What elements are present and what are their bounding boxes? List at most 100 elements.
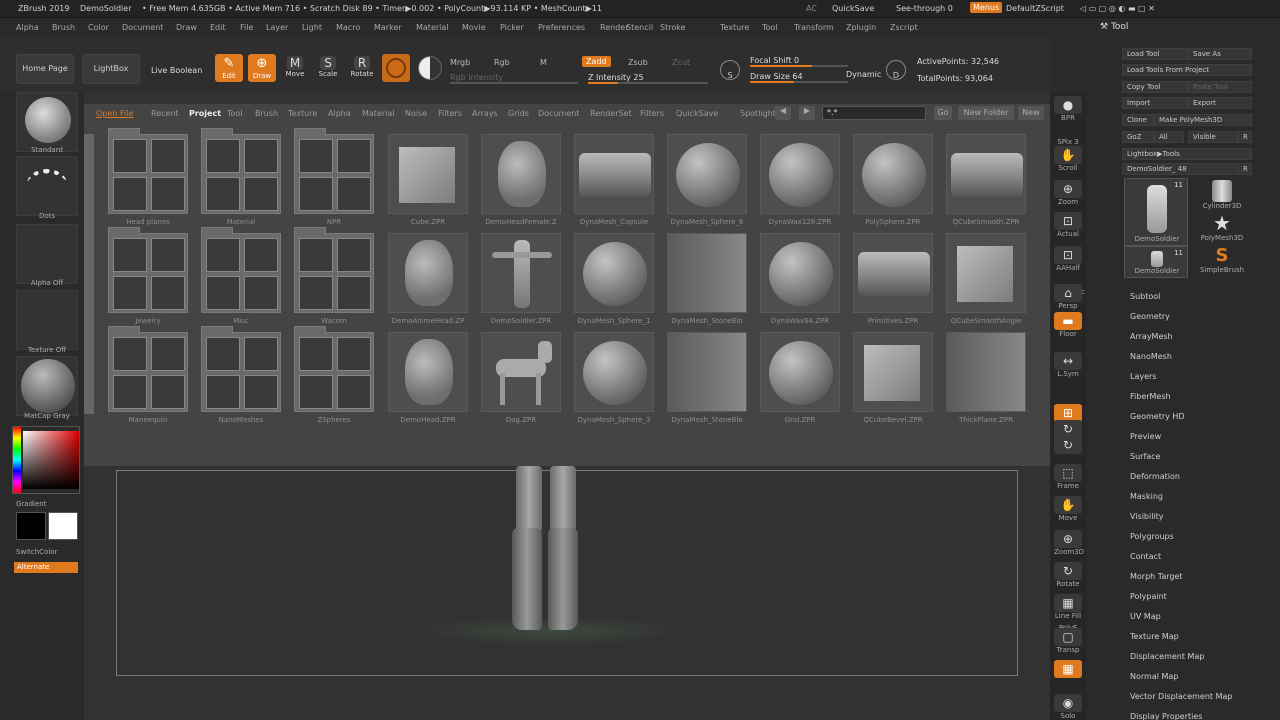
- menu-layer[interactable]: Layer: [266, 23, 288, 32]
- lightbox-tab-14[interactable]: Filters: [640, 109, 664, 118]
- see-through-slider[interactable]: See-through 0: [896, 4, 953, 13]
- zsub-button[interactable]: Zsub: [628, 58, 648, 67]
- rotate-button[interactable]: R Rotate: [350, 56, 374, 80]
- tool-thumb-demosoldier-2[interactable]: 11 DemoSoldier: [1124, 246, 1188, 278]
- draw-button[interactable]: ⊕ Draw: [248, 54, 276, 82]
- menu-file[interactable]: File: [240, 23, 253, 32]
- menu-marker[interactable]: Marker: [374, 23, 402, 32]
- lightbox-file-r0c3[interactable]: [388, 134, 468, 214]
- move-button[interactable]: M Move: [283, 56, 307, 80]
- default-zscript-button[interactable]: DefaultZScript: [1006, 4, 1064, 13]
- lightbox-file-r1c7[interactable]: [760, 233, 840, 313]
- subpalette-surface[interactable]: Surface: [1130, 452, 1160, 461]
- lightbox-tab-12[interactable]: Document: [538, 109, 579, 118]
- right-shelf-btn-2[interactable]: ✋ Scroll: [1054, 146, 1082, 174]
- menu-transform[interactable]: Transform: [794, 23, 834, 32]
- texture-selector[interactable]: [16, 290, 78, 350]
- menu-zscript[interactable]: Zscript: [890, 23, 918, 32]
- draw-size-slider[interactable]: Draw Size 64: [750, 72, 803, 81]
- subpalette-nanomesh[interactable]: NanoMesh: [1130, 352, 1172, 361]
- mrgb-button[interactable]: Mrgb: [450, 58, 470, 67]
- lightbox-file-r0c6[interactable]: [667, 134, 747, 214]
- right-shelf-btn-20[interactable]: ▢ Transp: [1054, 628, 1082, 656]
- lightbox-folder-r1c1[interactable]: [201, 227, 281, 313]
- main-color-swatch[interactable]: [48, 512, 78, 540]
- right-shelf-btn-8[interactable]: ▬ Floor: [1054, 312, 1082, 340]
- menu-document[interactable]: Document: [122, 23, 163, 32]
- lightbox-tab-8[interactable]: Noise: [405, 109, 427, 118]
- new-button[interactable]: New: [1018, 106, 1044, 120]
- menu-color[interactable]: Color: [88, 23, 109, 32]
- menu-edit[interactable]: Edit: [210, 23, 226, 32]
- right-shelf-btn-21[interactable]: ▦: [1054, 660, 1082, 688]
- lightbox-folder-r0c0[interactable]: [108, 128, 188, 214]
- next-arrow-icon[interactable]: ▶: [799, 106, 815, 120]
- subpalette-preview[interactable]: Preview: [1130, 432, 1161, 441]
- lightbox-search-input[interactable]: *.*: [822, 106, 926, 120]
- zcut-button[interactable]: Zcut: [672, 58, 690, 67]
- lightbox-folder-r1c2[interactable]: [294, 227, 374, 313]
- right-shelf-btn-3[interactable]: ⊕ Zoom: [1054, 180, 1082, 208]
- import-button[interactable]: Import: [1122, 97, 1188, 109]
- load-tool-button[interactable]: Load Tool: [1122, 48, 1188, 60]
- rgb-intensity-slider[interactable]: Rgb Intensity: [450, 73, 503, 82]
- goz-button[interactable]: GoZ: [1122, 131, 1154, 143]
- subpalette-polygroups[interactable]: Polygroups: [1130, 532, 1174, 541]
- lightbox-file-r1c4[interactable]: [481, 233, 561, 313]
- lightbox-file-r2c6[interactable]: [667, 332, 747, 412]
- lightbox-folder-r2c2[interactable]: [294, 326, 374, 412]
- lightbox-tab-9[interactable]: Filters: [438, 109, 462, 118]
- menu-preferences[interactable]: Preferences: [538, 23, 585, 32]
- brush-selector[interactable]: [16, 92, 78, 152]
- lightbox-file-r0c5[interactable]: [574, 134, 654, 214]
- lightbox-button[interactable]: LightBox: [82, 54, 140, 84]
- r2-button[interactable]: R: [1238, 163, 1252, 175]
- lightbox-file-r2c3[interactable]: [388, 332, 468, 412]
- color-picker[interactable]: [12, 426, 80, 494]
- subpalette-vector-displacement-map[interactable]: Vector Displacement Map: [1130, 692, 1232, 701]
- lightbox-tab-2[interactable]: Project: [189, 109, 221, 118]
- edit-button[interactable]: ✎ Edit: [215, 54, 243, 82]
- switchcolor-button[interactable]: SwitchColor: [16, 548, 57, 556]
- paste-tool-button[interactable]: Paste Tool: [1188, 81, 1252, 93]
- right-shelf-btn-17[interactable]: ↻ Rotate: [1054, 562, 1082, 590]
- tool-thumb-polymesh3d[interactable]: ★ PolyMesh3D: [1192, 212, 1252, 246]
- quicksave-button[interactable]: QuickSave: [832, 4, 874, 13]
- lightbox-file-r1c3[interactable]: [388, 233, 468, 313]
- menu-stroke[interactable]: Stroke: [660, 23, 686, 32]
- new-folder-button[interactable]: New Folder: [958, 106, 1014, 120]
- subpalette-morph-target[interactable]: Morph Target: [1130, 572, 1183, 581]
- material-swatch[interactable]: [382, 54, 410, 82]
- subpalette-display-properties[interactable]: Display Properties: [1130, 712, 1202, 720]
- subpalette-arraymesh[interactable]: ArrayMesh: [1130, 332, 1173, 341]
- prev-arrow-icon[interactable]: ◀: [775, 106, 791, 120]
- subpalette-layers[interactable]: Layers: [1130, 372, 1156, 381]
- go-button[interactable]: Go: [934, 106, 952, 120]
- right-shelf-btn-14[interactable]: ⬚ Frame: [1054, 464, 1082, 492]
- right-shelf-btn-1[interactable]: SPix 3: [1054, 120, 1082, 148]
- lightbox-tab-4[interactable]: Brush: [255, 109, 278, 118]
- lightbox-folder-r0c1[interactable]: [201, 128, 281, 214]
- menu-draw[interactable]: Draw: [176, 23, 197, 32]
- current-tool-slider[interactable]: DemoSoldier_ 48: [1122, 163, 1240, 175]
- right-shelf-btn-4[interactable]: ⊡ Actual: [1054, 212, 1082, 240]
- lightbox-tools-button[interactable]: Lightbox▶Tools: [1122, 148, 1252, 160]
- subpalette-geometry-hd[interactable]: Geometry HD: [1130, 412, 1185, 421]
- menu-alpha[interactable]: Alpha: [16, 23, 39, 32]
- lightbox-tab-10[interactable]: Arrays: [472, 109, 498, 118]
- subpalette-displacement-map[interactable]: Displacement Map: [1130, 652, 1204, 661]
- lightbox-file-r1c5[interactable]: [574, 233, 654, 313]
- lightbox-folder-r2c0[interactable]: [108, 326, 188, 412]
- subpalette-subtool[interactable]: Subtool: [1130, 292, 1160, 301]
- menu-tool[interactable]: Tool: [762, 23, 778, 32]
- lightbox-file-r1c9[interactable]: [946, 233, 1026, 313]
- export-button[interactable]: Export: [1188, 97, 1252, 109]
- menu-render[interactable]: Render: [600, 23, 628, 32]
- lightbox-tab-1[interactable]: Recent: [151, 109, 179, 118]
- right-shelf-btn-13[interactable]: ↻: [1054, 436, 1082, 464]
- subpalette-texture-map[interactable]: Texture Map: [1130, 632, 1179, 641]
- lightbox-file-r0c8[interactable]: [853, 134, 933, 214]
- right-shelf-btn-22[interactable]: ◉ Solo: [1054, 694, 1082, 720]
- lightbox-tab-13[interactable]: RenderSet: [590, 109, 632, 118]
- subpalette-masking[interactable]: Masking: [1130, 492, 1163, 501]
